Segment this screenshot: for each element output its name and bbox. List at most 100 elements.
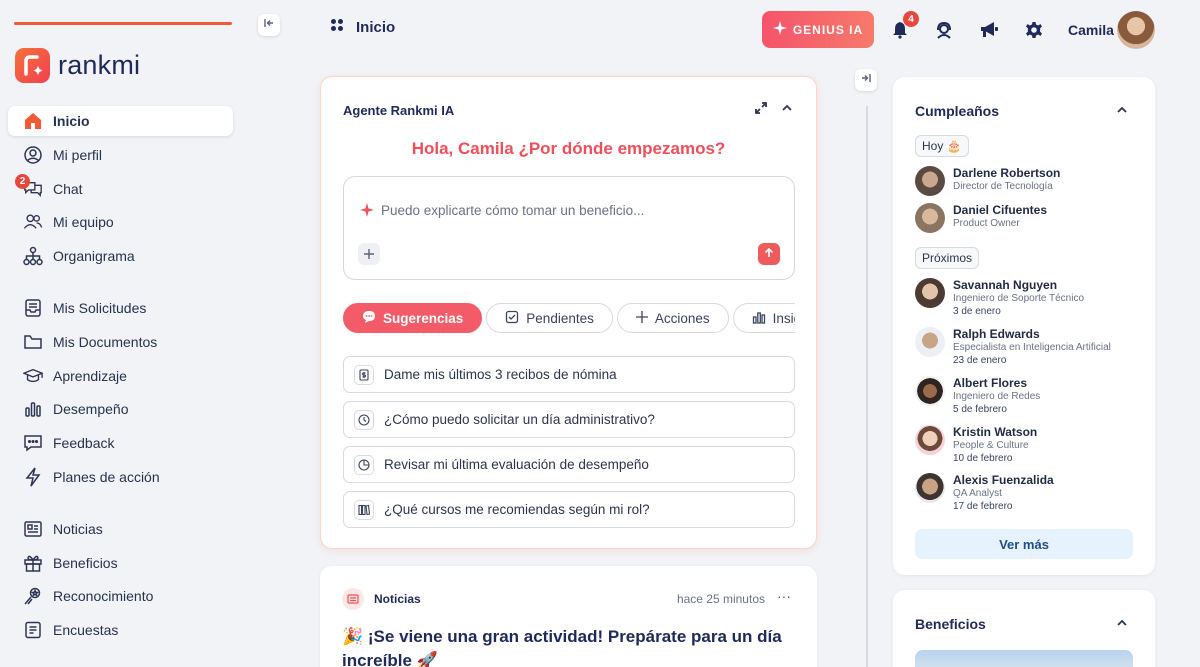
sidebar-item-aprendizaje[interactable]: Aprendizaje: [8, 361, 233, 391]
prompt-placeholder: Puedo explicarte cómo tomar un beneficio…: [381, 203, 645, 218]
suggestion-item[interactable]: Revisar mi última evaluación de desempeñ…: [343, 446, 795, 483]
suggestion-text: ¿Qué cursos me recomiendas según mi rol?: [384, 502, 650, 517]
rankmi-logo-icon: [15, 48, 50, 83]
pie-chart-icon: [354, 454, 374, 475]
tab-sugerencias[interactable]: Sugerencias: [343, 303, 483, 333]
logo[interactable]: rankmi: [15, 48, 140, 83]
list-item[interactable]: Ralph Edwards Especialista en Inteligenci…: [915, 327, 1111, 367]
sidebar-item-feedback[interactable]: Feedback: [8, 428, 233, 458]
panel-divider[interactable]: [866, 106, 868, 667]
avatar: [915, 327, 945, 357]
sidebar-item-mi-perfil[interactable]: Mi perfil: [8, 140, 233, 170]
upcoming-chip: Próximos: [915, 247, 980, 269]
suggestion-item[interactable]: Dame mis últimos 3 recibos de nómina: [343, 356, 795, 393]
list-item[interactable]: Alexis Fuenzalida QA Analyst 17 de febrero: [915, 473, 1054, 513]
birthdays-card: Cumpleaños Hoy 🎂 Darlene Robertson Direct…: [893, 77, 1155, 575]
sidebar-item-label: Noticias: [53, 520, 103, 537]
benefit-image[interactable]: [915, 650, 1133, 667]
clipboard-icon: [23, 620, 43, 640]
sidebar-item-planes-de-accion[interactable]: Planes de acción: [8, 462, 233, 492]
sidebar-item-label: Mi equipo: [53, 214, 114, 231]
birthday-date: 10 de febrero: [953, 453, 1013, 464]
brand-name: rankmi: [58, 50, 141, 80]
sidebar: rankmi Inicio Mi perfil 2 Chat Mi equipo…: [0, 0, 270, 667]
plus-icon: [364, 246, 374, 262]
team-icon: [23, 212, 43, 232]
list-item[interactable]: Darlene Robertson Director de Tecnología: [915, 166, 1060, 196]
person-role: Ingeniero de Redes: [953, 391, 1041, 402]
sidebar-item-label: Encuestas: [53, 622, 119, 639]
newspaper-icon: [342, 588, 364, 610]
genius-ia-label: GENIUS IA: [792, 22, 864, 37]
tab-insights[interactable]: Insights: [732, 303, 795, 333]
sidebar-item-label: Organigrama: [53, 248, 135, 265]
user-name[interactable]: Camila: [1068, 22, 1114, 38]
collapse-sidebar-button[interactable]: [258, 14, 280, 36]
person-role: Ingeniero de Soporte Técnico: [953, 293, 1085, 304]
tab-pendientes[interactable]: Pendientes: [486, 303, 613, 333]
birthday-date: 23 de enero: [953, 355, 1007, 366]
sidebar-item-label: Beneficios: [53, 554, 118, 571]
birthdays-title: Cumpleaños: [915, 103, 1000, 119]
bar-chart-icon: [752, 310, 766, 327]
support-agent-icon[interactable]: [933, 19, 955, 41]
chevron-up-icon[interactable]: [1115, 103, 1129, 122]
send-button[interactable]: [758, 243, 780, 265]
prompt-input[interactable]: Puedo explicarte cómo tomar un beneficio…: [343, 176, 795, 280]
gear-icon[interactable]: [1023, 19, 1045, 41]
sidebar-item-mis-solicitudes[interactable]: Mis Solicitudes: [8, 293, 233, 323]
tab-acciones[interactable]: Acciones: [616, 303, 729, 333]
sidebar-item-reconocimiento[interactable]: Reconocimiento: [8, 581, 233, 611]
sidebar-item-mis-documentos[interactable]: Mis Documentos: [8, 327, 233, 357]
bar-chart-icon: [23, 399, 43, 419]
list-item[interactable]: Savannah Nguyen Ingeniero de Soporte Técn…: [915, 278, 1084, 318]
expand-panel-button[interactable]: [855, 69, 877, 91]
news-section-label: Noticias: [374, 592, 421, 606]
person-role: Especialista en Inteligencia Artificial: [953, 342, 1111, 353]
avatar: [915, 425, 945, 455]
list-item[interactable]: Kristin Watson People & Culture 10 de febr…: [915, 425, 1037, 465]
sidebar-accent-line: [14, 22, 232, 25]
genius-ia-button[interactable]: GENIUS IA: [762, 11, 874, 48]
list-item[interactable]: Albert Flores Ingeniero de Redes 5 de febr…: [915, 376, 1040, 416]
suggestion-item[interactable]: ¿Cómo puedo solicitar un día administrat…: [343, 401, 795, 438]
bolt-icon: [23, 467, 43, 487]
news-title[interactable]: 🎉 ¡Se viene una gran actividad! Prepárat…: [342, 625, 782, 667]
sidebar-item-inicio[interactable]: Inicio: [8, 106, 233, 136]
chevron-up-icon[interactable]: [1115, 616, 1129, 635]
sidebar-item-label: Inicio: [53, 113, 90, 129]
sidebar-item-organigrama[interactable]: Organigrama: [8, 241, 233, 271]
list-item[interactable]: Daniel Cifuentes Product Owner: [915, 203, 1047, 233]
plus-icon: [635, 310, 648, 326]
megaphone-icon[interactable]: [978, 19, 1000, 41]
sidebar-item-encuestas[interactable]: Encuestas: [8, 615, 233, 645]
attach-button[interactable]: [358, 243, 380, 265]
today-chip: Hoy 🎂: [915, 135, 969, 157]
sidebar-item-label: Aprendizaje: [53, 367, 127, 384]
benefits-card: Beneficios: [893, 590, 1155, 667]
suggestion-item[interactable]: ¿Qué cursos me recomiendas según mi rol?: [343, 491, 795, 528]
apps-grid-icon[interactable]: [330, 18, 344, 36]
agent-card: Agente Rankmi IA Hola, Camila ¿Por dónde…: [320, 76, 817, 549]
sidebar-item-desempeno[interactable]: Desempeño: [8, 394, 233, 424]
sidebar-item-chat[interactable]: 2 Chat: [8, 173, 233, 204]
expand-icon[interactable]: [754, 101, 768, 120]
news-card: Noticias hace 25 minutos ··· 🎉 ¡Se viene…: [320, 566, 817, 667]
avatar[interactable]: [1117, 11, 1155, 49]
sidebar-item-mi-equipo[interactable]: Mi equipo: [8, 207, 233, 237]
sidebar-item-label: Reconocimiento: [53, 588, 154, 605]
person-role: People & Culture: [953, 440, 1029, 451]
sidebar-item-beneficios[interactable]: Beneficios: [8, 548, 233, 578]
see-more-button[interactable]: Ver más: [915, 529, 1133, 559]
sidebar-item-label: Mi perfil: [53, 146, 103, 163]
more-options-icon[interactable]: ···: [777, 588, 791, 604]
newspaper-icon: [23, 519, 43, 539]
news-timestamp: hace 25 minutos: [676, 592, 765, 606]
tab-label: Pendientes: [526, 310, 594, 326]
agent-tabs: Sugerencias Pendientes Acciones Insights: [343, 303, 795, 335]
person-role: Director de Tecnología: [953, 181, 1053, 192]
chevron-up-icon[interactable]: [780, 101, 794, 120]
tab-label: Sugerencias: [383, 310, 464, 326]
sidebar-item-noticias[interactable]: Noticias: [8, 514, 233, 544]
receipt-icon: [354, 364, 374, 385]
